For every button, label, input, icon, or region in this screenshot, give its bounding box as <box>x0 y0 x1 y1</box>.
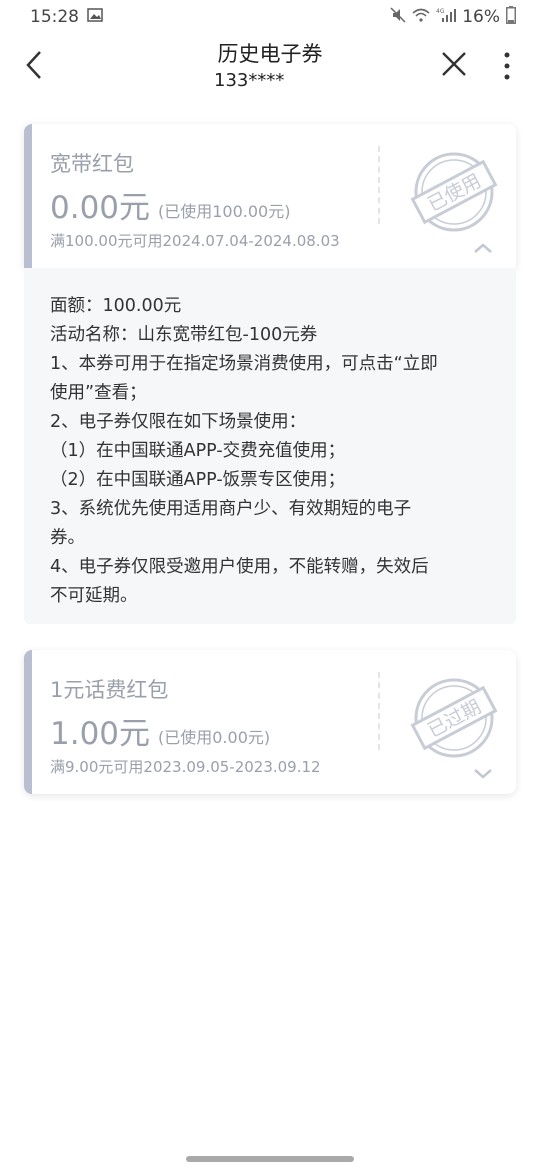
status-bar: 15:28 4G 16% <box>0 0 540 34</box>
detail-line: 4、电子券仅限受邀用户使用，不能转赠，失效后 <box>50 557 429 577</box>
battery-icon <box>506 5 516 29</box>
coupon-card[interactable]: 宽带红包 0.00元 (已使用100.00元) 满100.00元可用2024.0… <box>24 124 516 268</box>
detail-line: 券。 <box>50 528 85 548</box>
network-type: 4G <box>436 8 445 15</box>
chevron-up-icon <box>474 243 492 253</box>
chevron-down-icon <box>474 769 492 779</box>
coupon-amount: 1.00元 <box>50 716 151 752</box>
detail-line: 活动名称：山东宽带红包-100元券 <box>50 325 318 345</box>
detail-line: 面额：100.00元 <box>50 296 182 316</box>
home-indicator[interactable] <box>186 1156 354 1162</box>
more-vertical-icon <box>504 52 510 80</box>
status-time: 15:28 <box>30 7 79 27</box>
coupon-condition: 满100.00元可用2024.07.04-2024.08.03 <box>50 232 340 250</box>
close-icon <box>442 52 466 76</box>
detail-line: （1）在中国联通APP-交费充值使用； <box>50 441 346 461</box>
signal-icon: 4G <box>436 7 457 28</box>
coupon-name: 1元话费红包 <box>50 678 169 702</box>
page-subtitle: 133**** <box>214 70 285 91</box>
coupon-divider <box>378 672 380 750</box>
coupon-condition: 满9.00元可用2023.09.05-2023.09.12 <box>50 758 321 776</box>
gallery-icon <box>87 7 103 27</box>
expand-button[interactable] <box>472 766 494 782</box>
detail-line: （2）在中国联通APP-饭票专区使用； <box>50 470 346 490</box>
wifi-icon <box>412 7 430 27</box>
coupon-detail: 面额：100.00元 活动名称：山东宽带红包-100元券 1、本券可用于在指定场… <box>24 268 516 624</box>
detail-line: 不可延期。 <box>50 586 138 606</box>
coupon-name: 宽带红包 <box>50 152 134 176</box>
coupon-divider <box>378 146 380 224</box>
detail-line: 2、电子券仅限在如下场景使用： <box>50 412 307 432</box>
more-button[interactable] <box>500 50 514 82</box>
collapse-button[interactable] <box>472 240 494 256</box>
close-button[interactable] <box>440 50 468 78</box>
detail-line: 使用”查看； <box>50 383 147 403</box>
mute-icon <box>390 6 406 28</box>
coupon-used: (已使用100.00元) <box>158 202 291 221</box>
battery-level: 16% <box>462 7 500 27</box>
status-left: 15:28 <box>30 7 103 27</box>
coupon-card[interactable]: 1元话费红包 1.00元 (已使用0.00元) 满9.00元可用2023.09.… <box>24 650 516 794</box>
used-stamp-icon: 已使用 <box>404 146 504 246</box>
app-header: 历史电子券 133**** <box>0 34 540 104</box>
coupon-used: (已使用0.00元) <box>158 728 271 747</box>
coupon-amount: 0.00元 <box>50 190 151 226</box>
detail-line: 1、本券可用于在指定场景消费使用，可点击“立即 <box>50 354 438 374</box>
expired-stamp-icon: 已过期 <box>404 672 504 772</box>
status-right: 4G 16% <box>390 5 516 29</box>
detail-line: 3、系统优先使用适用商户少、有效期短的电子 <box>50 499 412 519</box>
